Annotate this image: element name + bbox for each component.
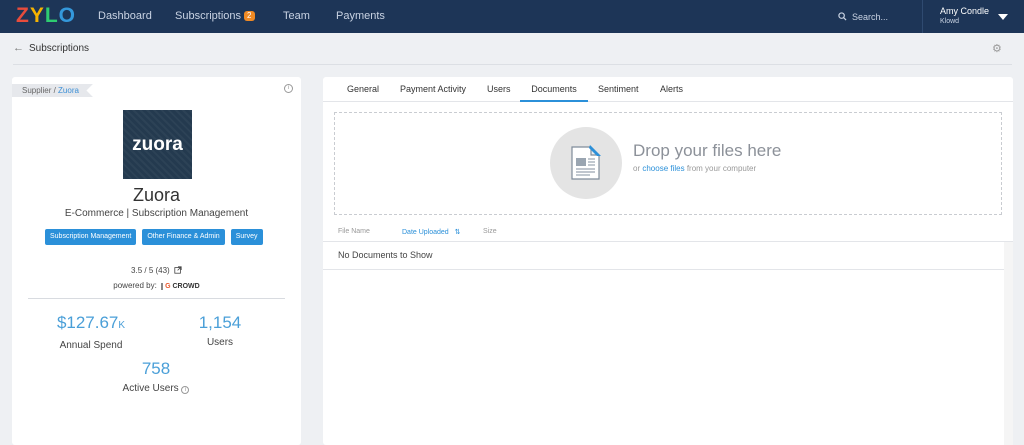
sort-icon: ⇅ (454, 229, 461, 236)
sub-header: ← Subscriptions ⚙ (0, 33, 1024, 63)
user-menu-caret-icon[interactable] (998, 14, 1008, 20)
nav-payments[interactable]: Payments (336, 0, 385, 33)
tab-payment-activity[interactable]: Payment Activity (400, 77, 466, 102)
supplier-category: E-Commerce | Subscription Management (64, 208, 249, 219)
subheader-divider (13, 64, 1012, 65)
annual-spend-label: Annual Spend (59, 340, 123, 351)
active-users-label: Active Users (122, 383, 179, 394)
g2-crowd-logo: G CROWD (161, 283, 200, 290)
active-users-info-icon[interactable]: i (181, 386, 190, 394)
logo-letter-y: Y (29, 4, 44, 27)
user-name: Amy Condle (940, 6, 990, 16)
user-menu[interactable]: Amy Condle Klowd (940, 6, 989, 27)
breadcrumb-prefix: Supplier / (22, 86, 59, 95)
annual-spend-value: $127.67 (56, 313, 119, 332)
nav-team[interactable]: Team (283, 0, 310, 33)
info-icon[interactable]: i (284, 84, 293, 93)
annual-spend-metric: $127.67K Annual Spend (46, 313, 136, 353)
dropzone-subtitle: or choose files from your computer (633, 164, 756, 173)
powered-by: powered by: G CROWD (12, 281, 301, 290)
back-arrow-icon: ← (13, 42, 24, 54)
dropzone-sub-suffix: from your computer (684, 164, 757, 173)
tag-other-finance-admin[interactable]: Other Finance & Admin (142, 229, 225, 245)
supplier-logo: zuora (123, 110, 192, 179)
top-nav: Z Y L O Dashboard Subscriptions 2 Team Pa… (0, 0, 1024, 33)
detail-tabs: General Payment Activity Users Documents… (323, 77, 1013, 102)
tab-users[interactable]: Users (487, 77, 511, 102)
col-size[interactable]: Size (483, 228, 497, 235)
dropzone-title: Drop your files here (633, 141, 782, 160)
tag-survey[interactable]: Survey (230, 229, 263, 245)
upload-circle (550, 127, 622, 199)
empty-documents-message: No Documents to Show (338, 250, 433, 260)
search-box[interactable]: Search... (838, 0, 888, 33)
documents-table-header: File Name Date Uploaded ⇅ Size (323, 224, 1013, 242)
tab-sentiment[interactable]: Sentiment (598, 77, 639, 102)
g2-mark-icon: G (165, 283, 171, 290)
dropzone-sub-prefix: or (633, 164, 643, 173)
g2-crowd-text: CROWD (172, 283, 200, 290)
tab-documents[interactable]: Documents (520, 77, 588, 102)
back-label: Subscriptions (29, 42, 90, 54)
tag-subscription-management[interactable]: Subscription Management (45, 229, 137, 245)
supplier-breadcrumb: Supplier / Zuora (12, 84, 93, 97)
tab-general[interactable]: General (347, 77, 379, 102)
users-label: Users (206, 337, 234, 348)
tab-alerts[interactable]: Alerts (660, 77, 683, 102)
document-upload-icon (571, 145, 601, 180)
logo-letter-l: L (44, 4, 58, 27)
breadcrumb-supplier-link[interactable]: Zuora (58, 86, 79, 95)
subscriptions-count-badge: 2 (244, 11, 255, 21)
users-metric: 1,154 Users (180, 313, 260, 350)
metrics-divider (28, 298, 285, 299)
supplier-tags: Subscription Management Other Finance & … (45, 229, 263, 245)
supplier-logo-text: zuora (132, 133, 183, 155)
col-date-uploaded-label: Date Uploaded (402, 229, 449, 236)
gear-icon[interactable]: ⚙ (992, 42, 1002, 55)
active-users-value: 758 (141, 359, 171, 378)
supplier-name: Zuora (132, 185, 181, 205)
col-file-name[interactable]: File Name (338, 228, 370, 235)
choose-files-link[interactable]: choose files (642, 164, 684, 173)
nav-divider (922, 0, 923, 33)
user-org: Klowd (940, 18, 960, 25)
nav-subscriptions-label: Subscriptions (175, 10, 242, 22)
external-link-icon[interactable] (174, 266, 182, 274)
supplier-card: Supplier / Zuora i zuora Zuora E-Commerc… (12, 77, 301, 445)
logo-letter-z: Z (16, 4, 29, 27)
file-dropzone[interactable]: Drop your files here or choose files fro… (334, 112, 1002, 215)
active-users-metric: 758 Active Users i (106, 359, 206, 396)
supplier-rating: 3.5 / 5 (43) (12, 266, 301, 275)
logo-letter-o: O (58, 4, 76, 27)
nav-dashboard[interactable]: Dashboard (98, 0, 152, 33)
table-header-divider (323, 241, 1013, 242)
rating-text: 3.5 / 5 (43) (131, 266, 170, 275)
zylo-logo[interactable]: Z Y L O (16, 5, 75, 27)
back-to-subscriptions[interactable]: ← Subscriptions (13, 42, 89, 54)
table-row-divider (323, 269, 1013, 270)
table-scrollbar[interactable] (1004, 242, 1013, 445)
nav-subscriptions[interactable]: Subscriptions 2 (175, 0, 255, 33)
annual-spend-suffix: K (118, 320, 126, 331)
search-placeholder: Search... (852, 11, 889, 22)
detail-card: General Payment Activity Users Documents… (323, 77, 1013, 445)
search-icon (838, 12, 847, 21)
col-date-uploaded[interactable]: Date Uploaded ⇅ (402, 228, 461, 236)
powered-by-label: powered by: (113, 281, 157, 290)
users-value: 1,154 (198, 313, 242, 332)
